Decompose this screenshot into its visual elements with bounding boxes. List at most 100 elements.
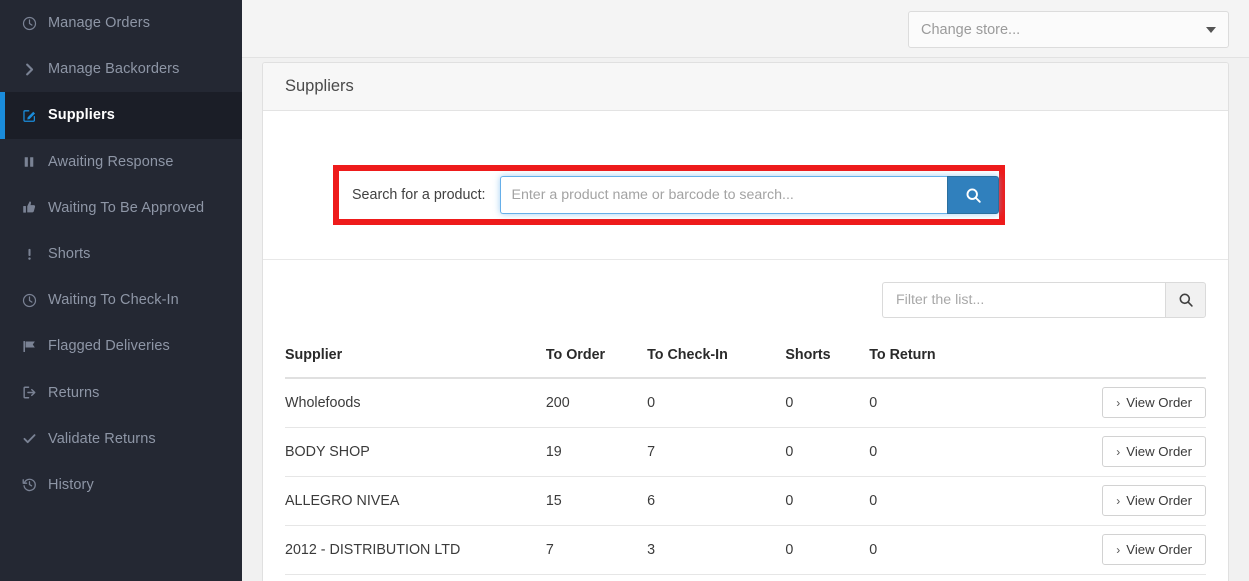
sidebar-item-waiting-to-be-approved[interactable]: Waiting To Be Approved [0,185,242,231]
cell-supplier: Wholefoods [285,378,546,428]
cell-to-return: 0 [869,378,990,428]
sidebar-item-returns[interactable]: Returns [0,370,242,416]
table-head: Supplier To Order To Check-In Shorts To … [285,347,1206,379]
cell-to-return: 0 [869,574,990,581]
cell-to-order: 19 [545,427,648,477]
table-row: BODY SHOP 19 7 0 0 › View Order [285,427,1206,477]
sidebar-item-manage-orders[interactable]: Manage Orders [0,0,242,46]
check-icon-wrap [22,431,48,446]
chevron-right-icon: › [1116,493,1121,508]
chevron-right-icon-wrap [22,62,48,77]
cell-shorts: 0 [785,427,870,477]
cell-actions: ›View Order [989,574,1206,581]
cell-supplier: 2012 - DISTRIBUTION LTD [285,525,546,575]
filter-list-input[interactable] [882,282,1165,318]
flag-icon-wrap [22,339,48,354]
sidebar-item-label: Suppliers [48,107,115,124]
change-store-select[interactable]: Change store... [908,11,1229,48]
cell-actions: › View Order [989,378,1206,428]
column-header-to-return: To Return [869,347,990,379]
cell-actions: ›View Order [989,427,1206,477]
panel-header: Suppliers [263,63,1228,111]
list-filter-group [882,282,1206,318]
product-search-group [499,176,999,214]
column-header-to-check-in: To Check-In [647,347,786,379]
sidebar-item-label: Validate Returns [48,430,156,447]
cell-to-order: 15 [545,476,648,526]
product-search-input[interactable] [499,176,947,214]
sidebar-item-validate-returns[interactable]: Validate Returns [0,416,242,462]
table-row: ALLEGRO NIVEA 15 6 0 0 › View Order [285,476,1206,526]
cell-actions: ›View Order [989,476,1206,526]
pencil-square-icon-wrap [22,108,48,123]
sidebar-item-label: Manage Backorders [48,61,180,78]
column-header-shorts: Shorts [785,347,870,379]
chevron-right-icon: › [1116,542,1121,557]
column-header-actions [989,347,1206,379]
exclamation-icon-wrap [22,247,48,262]
clock-icon [22,293,37,307]
table-row: Roger & Gallet4000›View Order [285,574,1206,581]
clock-icon [22,16,37,30]
view-order-button[interactable]: › View Order [1102,485,1206,516]
chevron-right-icon: › [1116,395,1121,410]
cell-to-check-in: 6 [647,476,786,526]
table-header-row: Supplier To Order To Check-In Shorts To … [285,347,1206,379]
section-divider [263,259,1228,260]
cell-to-order: 200 [545,378,648,428]
sidebar-item-label: Awaiting Response [48,153,174,170]
caret-down-icon [1206,26,1216,33]
sidebar-item-label: Flagged Deliveries [48,338,170,355]
suppliers-table-wrap: Supplier To Order To Check-In Shorts To … [285,347,1206,581]
cell-shorts: 0 [785,476,870,526]
view-order-label: View Order [1126,395,1192,411]
check-icon [23,434,36,444]
sidebar-item-shorts[interactable]: Shorts [0,231,242,277]
sidebar-item-flagged-deliveries[interactable]: Flagged Deliveries [0,323,242,369]
column-header-supplier: Supplier [285,347,546,379]
sign-out-icon [23,386,36,399]
app-root: Manage Orders Manage Backorders Suppliers A… [0,0,1249,581]
cell-to-order: 7 [545,525,648,575]
pencil-square-icon [23,110,36,122]
clock-icon-wrap [22,16,48,31]
suppliers-panel: Suppliers Search for a product: Enter a … [262,62,1229,581]
top-bar: Change store... [242,0,1249,58]
cell-to-return: 0 [869,476,990,526]
view-order-button[interactable]: › View Order [1102,387,1206,419]
view-order-label: View Order [1126,444,1192,459]
cell-to-check-in: 0 [647,574,786,581]
cell-supplier: Roger & Gallet [285,574,546,581]
view-order-label: View Order [1126,542,1192,557]
sign-out-icon-wrap [22,385,48,400]
sidebar: Manage Orders Manage Backorders Suppliers A… [0,0,242,581]
view-order-button[interactable]: › View Order [1102,534,1206,565]
thumbs-up-icon-wrap [22,200,48,215]
cell-to-check-in: 3 [647,525,786,575]
column-header-to-order: To Order [545,347,648,379]
page-title: Suppliers [285,77,354,95]
sidebar-item-label: Returns [48,384,100,401]
history-icon [22,479,36,492]
sidebar-item-waiting-to-check-in[interactable]: Waiting To Check-In [0,277,242,323]
sidebar-item-suppliers[interactable]: Suppliers [0,92,242,139]
exclamation-icon [28,248,31,260]
cell-supplier: ALLEGRO NIVEA [285,476,546,526]
cell-to-return: 0 [869,427,990,477]
sidebar-item-history[interactable]: History [0,462,242,508]
filter-list-button[interactable] [1165,282,1206,318]
view-order-button[interactable]: › View Order [1102,436,1206,467]
sidebar-item-label: Shorts [48,246,91,263]
search-icon [1179,293,1193,307]
change-store-value: Change store... [921,21,1021,38]
cell-supplier: BODY SHOP [285,427,546,477]
product-search-button[interactable] [947,176,999,214]
sidebar-item-manage-backorders[interactable]: Manage Backorders [0,46,242,92]
search-icon [966,188,981,203]
sidebar-item-awaiting-response[interactable]: Awaiting Response [0,139,242,185]
table-row: Wholefoods 200 0 0 0 › View Order [285,378,1206,428]
sidebar-item-label: Waiting To Check-In [48,292,179,309]
chevron-right-icon [26,63,34,76]
cell-shorts: 0 [785,378,870,428]
product-search-highlight-box: Search for a product: [333,165,1005,225]
